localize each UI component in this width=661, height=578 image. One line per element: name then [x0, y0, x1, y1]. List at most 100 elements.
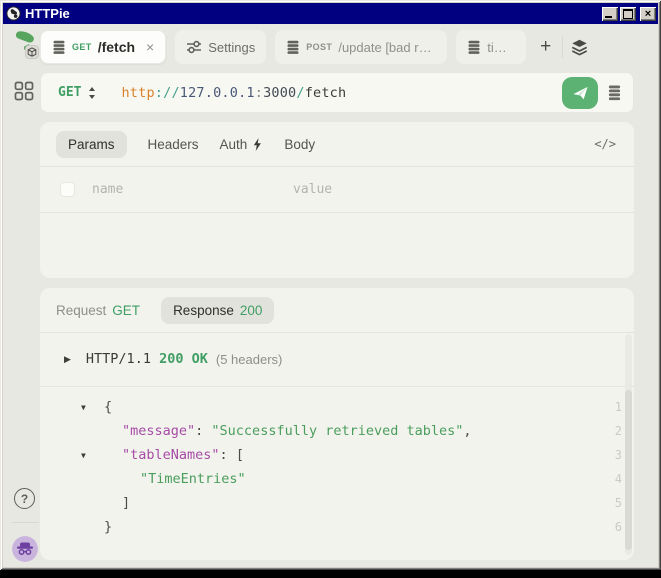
tab-body[interactable]: Body [284, 137, 315, 152]
request-tabs: GET/fetch×SettingsPOST/update [bad requ…… [40, 30, 526, 64]
token-key: "message" [122, 423, 195, 439]
token-string: "Successfully retrieved tables" [211, 423, 463, 439]
code-line-4: "TimeEntries"4 [40, 467, 634, 491]
incognito-avatar[interactable] [12, 536, 38, 562]
layers-icon [570, 38, 589, 57]
url-port: 3000 [263, 85, 296, 101]
code-line-3: ▼"tableNames": [3 [40, 443, 634, 467]
close-tab-icon[interactable]: × [146, 39, 154, 55]
tab-fetch[interactable]: GET/fetch× [40, 30, 166, 64]
request-panel: Params Headers Auth Body </> name value [40, 122, 634, 278]
apps-grid-icon[interactable] [14, 81, 34, 101]
expand-headers-icon[interactable]: ▶ [64, 354, 71, 365]
close-icon: × [645, 9, 651, 19]
database-icon [467, 40, 481, 55]
code-content: "tableNames": [ [104, 447, 244, 463]
token-punct: : [220, 447, 236, 463]
response-panel-tabs: Request GET Response 200 [40, 288, 634, 332]
url-protocol: http [121, 85, 154, 101]
tab-request[interactable]: Request GET [56, 303, 140, 318]
response-body: ▼{1"message": "Successfully retrieved ta… [40, 386, 634, 539]
url-separator: :// [155, 85, 180, 101]
code-line-2: "message": "Successfully retrieved table… [40, 419, 634, 443]
status-code: 200 OK [159, 351, 208, 367]
token-punct: : [195, 423, 211, 439]
token-punct: [ [236, 447, 244, 463]
code-content: } [104, 519, 112, 535]
headers-count: (5 headers) [216, 352, 282, 367]
request-tab-label: Request [56, 303, 106, 318]
url-colon: : [255, 85, 263, 101]
tab-label: Params [68, 137, 115, 152]
tab-label: /fetch [98, 39, 135, 55]
tab-settings[interactable]: Settings [175, 30, 266, 64]
token-punct: { [104, 399, 112, 415]
maximize-button[interactable] [620, 7, 636, 21]
response-tab-label: Response [173, 303, 234, 318]
tab-update-bad-requ[interactable]: POST/update [bad requ… [275, 30, 447, 64]
database-icon [52, 40, 66, 55]
param-value-input[interactable]: value [293, 182, 332, 197]
url-bar: GET http://127.0.0.1:3000/fetch [40, 72, 634, 113]
tab-label: time… [487, 40, 515, 55]
response-panel: Request GET Response 200 ▶ HTTP/1.1 200 … [40, 288, 634, 560]
divider [40, 212, 634, 213]
tab-label: /update [bad requ… [338, 40, 436, 55]
send-button[interactable] [562, 77, 598, 109]
token-punct: , [463, 423, 471, 439]
code-content: "TimeEntries" [104, 471, 246, 487]
app-content: ? GET/fetch × Settings POST/update [bad req… [3, 24, 658, 567]
tab-params[interactable]: Params [56, 131, 127, 158]
response-status-line[interactable]: ▶ HTTP/1.1 200 OK (5 headers) [40, 332, 634, 386]
tab-label: Headers [148, 137, 199, 152]
paper-plane-icon [572, 85, 589, 102]
sidebar-divider [12, 522, 39, 523]
param-row: name value [40, 167, 634, 212]
collections-button[interactable] [563, 30, 595, 64]
sliders-icon [186, 40, 202, 54]
code-content: ] [104, 495, 130, 511]
response-scrollbar[interactable] [625, 334, 632, 555]
method-label: GET [58, 85, 81, 100]
collapse-toggle-icon[interactable]: ▼ [81, 451, 104, 460]
param-name-input[interactable]: name [92, 182, 123, 197]
window-titlebar[interactable]: HTTPie × [3, 3, 658, 24]
tab-label: Auth [220, 137, 248, 152]
bolt-icon [253, 138, 263, 151]
method-select[interactable]: GET [41, 85, 96, 100]
token-punct: ] [122, 495, 130, 511]
tab-auth[interactable]: Auth [220, 137, 264, 152]
help-icon: ? [21, 492, 28, 506]
request-history-button[interactable] [601, 77, 628, 109]
help-button[interactable]: ? [14, 488, 35, 509]
minimize-icon [605, 16, 612, 18]
close-window-button[interactable]: × [640, 7, 656, 21]
token-punct: } [104, 519, 112, 535]
request-tab-method: GET [112, 303, 140, 318]
tab-time[interactable]: time… [456, 30, 526, 64]
httpie-window-icon [5, 6, 21, 22]
scrollbar-thumb[interactable] [625, 390, 632, 550]
package-cube-icon [25, 45, 39, 59]
request-panel-tabs: Params Headers Auth Body </> [40, 122, 634, 166]
code-view-icon[interactable]: </> [594, 137, 624, 151]
tab-headers[interactable]: Headers [148, 137, 199, 152]
minimize-button[interactable] [602, 7, 618, 21]
code-content: { [104, 399, 112, 415]
tab-bar: GET/fetch×SettingsPOST/update [bad requ…… [40, 30, 595, 64]
tab-label: Body [284, 137, 315, 152]
chevron-updown-icon [88, 86, 96, 100]
url-input[interactable]: http://127.0.0.1:3000/fetch [121, 85, 346, 101]
response-tab-status: 200 [240, 303, 263, 318]
code-line-1: ▼{1 [40, 395, 634, 419]
url-host: 127.0.0.1 [180, 85, 255, 101]
collapse-toggle-icon[interactable]: ▼ [81, 403, 104, 412]
url-slash: / [296, 85, 304, 101]
tab-response[interactable]: Response 200 [161, 297, 274, 324]
add-tab-button[interactable]: + [532, 30, 559, 64]
token-key: "tableNames" [122, 447, 220, 463]
maximize-icon [623, 9, 633, 19]
tab-method: POST [306, 42, 332, 52]
status-protocol: HTTP/1.1 200 OK [86, 351, 208, 367]
param-enable-checkbox[interactable] [60, 182, 75, 197]
